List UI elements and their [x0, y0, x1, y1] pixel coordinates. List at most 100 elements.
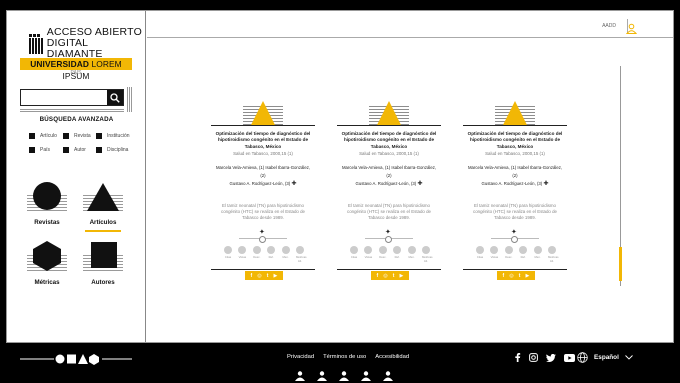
nav-articulos[interactable]: Artículos [83, 181, 123, 235]
metric-altmetrics[interactable]: Métricas Alt. [421, 246, 433, 263]
instagram-icon[interactable]: ◎ [509, 273, 513, 279]
youtube-icon[interactable]: ▶ [274, 273, 278, 279]
article-journal: Salud en Tabasco, 2000,15 (1) [233, 151, 293, 156]
divider [239, 236, 287, 243]
article-card[interactable]: Optimización del tiempo de diagnóstico d… [337, 101, 441, 286]
expand-icon[interactable]: ✦ [511, 228, 517, 236]
article-triangle-icon [503, 101, 527, 125]
facebook-icon[interactable]: f [503, 273, 505, 279]
more-authors-icon[interactable]: ✚ [543, 181, 548, 187]
youtube-icon[interactable]: ▶ [400, 273, 404, 279]
article-title[interactable]: Optimización del tiempo de diagnóstico d… [467, 131, 563, 150]
article-card[interactable]: Optimización del tiempo de diagnóstico d… [463, 101, 567, 286]
instagram-icon[interactable] [529, 353, 538, 362]
nav-revistas[interactable]: Revistas [27, 181, 67, 231]
search-icon [110, 92, 120, 103]
metric-referencias[interactable]: Ref. [393, 246, 402, 263]
article-triangle-icon [377, 101, 401, 125]
checkbox-articulo[interactable] [29, 133, 35, 139]
facebook-icon[interactable]: f [251, 273, 253, 279]
metric-citas[interactable]: Citas [350, 246, 358, 263]
search-input[interactable] [21, 90, 107, 105]
metric-vistas[interactable]: Vistas [364, 246, 373, 263]
metric-citas[interactable]: Citas [476, 246, 484, 263]
square-icon [91, 242, 117, 268]
filter-articulo[interactable]: Artículo [29, 133, 57, 139]
logo-line2: DIGITAL DIAMANTE [46, 37, 103, 60]
twitter-icon[interactable]: t [393, 273, 395, 279]
article-authors: Marcela Vela-Amieva, (1) Isabel Ibarra-G… [215, 165, 311, 187]
filter-pais[interactable]: País [29, 147, 50, 153]
twitter-icon[interactable]: t [267, 273, 269, 279]
checkbox-autor[interactable] [63, 147, 69, 153]
expand-icon[interactable]: ✦ [259, 228, 265, 236]
header-divider-line [147, 37, 673, 38]
more-authors-icon[interactable]: ✚ [291, 181, 296, 187]
checkbox-institucion[interactable] [96, 133, 102, 139]
article-title[interactable]: Optimización del tiempo de diagnóstico d… [341, 131, 437, 150]
globe-icon [577, 352, 588, 363]
header-link[interactable]: AADD [602, 23, 616, 29]
filter-institucion[interactable]: Institución [96, 133, 130, 139]
article-card[interactable]: Optimización del tiempo de diagnóstico d… [211, 101, 315, 286]
metric-referencias[interactable]: Ref. [267, 246, 276, 263]
metric-menciones[interactable]: Men. [281, 246, 290, 263]
metrics-row: Citas Vistas Desc. Ref. Men. Métricas Al… [350, 246, 433, 263]
metric-citas[interactable]: Citas [224, 246, 232, 263]
footer-link-privacidad[interactable]: Privacidad [287, 354, 314, 360]
metric-menciones[interactable]: Men. [407, 246, 416, 263]
facebook-icon[interactable] [514, 353, 521, 362]
university-banner: UNIVERSIDAD LOREM IPSUM [20, 58, 132, 81]
filter-disciplina[interactable]: Disciplina [96, 147, 128, 153]
metric-referencias[interactable]: Ref. [519, 246, 528, 263]
nav-revistas-label: Revistas [34, 219, 60, 226]
metric-altmetrics[interactable]: Métricas Alt. [295, 246, 307, 263]
article-journal: Salud en Tabasco, 2000,15 (1) [485, 151, 545, 156]
metric-vistas[interactable]: Vistas [238, 246, 247, 263]
article-title[interactable]: Optimización del tiempo de diagnóstico d… [215, 131, 311, 150]
footer-people-icons [295, 371, 393, 381]
twitter-icon[interactable]: t [519, 273, 521, 279]
instagram-icon[interactable]: ◎ [257, 273, 261, 279]
metric-menciones[interactable]: Men. [533, 246, 542, 263]
checkbox-revista[interactable] [63, 133, 69, 139]
nav-autores[interactable]: Autores [83, 241, 123, 291]
metric-descargas[interactable]: Desc. [378, 246, 387, 263]
person-icon [339, 371, 349, 381]
filter-autor[interactable]: Autor [63, 147, 86, 153]
metric-altmetrics[interactable]: Métricas Alt. [547, 246, 559, 263]
footer-shapes-logo [20, 354, 132, 365]
article-authors: Marcela Vela-Amieva, (1) Isabel Ibarra-G… [341, 165, 437, 187]
metric-descargas[interactable]: Desc. [504, 246, 513, 263]
metric-vistas[interactable]: Vistas [490, 246, 499, 263]
language-label: Español [594, 354, 619, 361]
footer-social [514, 353, 575, 362]
instagram-icon[interactable]: ◎ [383, 273, 387, 279]
footer-link-accesibilidad[interactable]: Accesibilidad [375, 354, 409, 360]
nav-metricas[interactable]: Métricas [27, 241, 67, 291]
search-button[interactable] [107, 90, 123, 105]
facebook-icon[interactable]: f [377, 273, 379, 279]
filter-revista[interactable]: Revista [63, 133, 91, 139]
checkbox-disciplina[interactable] [96, 147, 102, 153]
advanced-search-link[interactable]: BÚSQUEDA AVANZADA [7, 116, 146, 123]
article-abstract: El tamiz neonatal (TN) para hipotiroidis… [221, 203, 305, 220]
metric-descargas[interactable]: Desc. [252, 246, 261, 263]
youtube-icon[interactable] [564, 353, 575, 362]
app-frame: ACCESO ABIERTO DIGITAL DIAMANTE UNIVERSI… [6, 10, 674, 343]
logo-mark-icon [29, 33, 43, 54]
logo[interactable]: ACCESO ABIERTO DIGITAL DIAMANTE [29, 27, 145, 60]
metrics-row: Citas Vistas Desc. Ref. Men. Métricas Al… [224, 246, 307, 263]
more-authors-icon[interactable]: ✚ [417, 181, 422, 187]
checkbox-pais[interactable] [29, 147, 35, 153]
scrollbar-thumb[interactable] [619, 247, 622, 281]
nav-metricas-label: Métricas [34, 279, 60, 286]
expand-icon[interactable]: ✦ [385, 228, 391, 236]
share-bar: f ◎ t ▶ [245, 271, 283, 280]
footer-link-terminos[interactable]: Términos de uso [323, 354, 366, 360]
article-abstract: El tamiz neonatal (TN) para hipotiroidis… [473, 203, 557, 220]
language-selector[interactable]: Español [577, 352, 633, 363]
twitter-icon[interactable] [546, 353, 556, 362]
hexagon-icon [33, 241, 61, 271]
youtube-icon[interactable]: ▶ [526, 273, 530, 279]
